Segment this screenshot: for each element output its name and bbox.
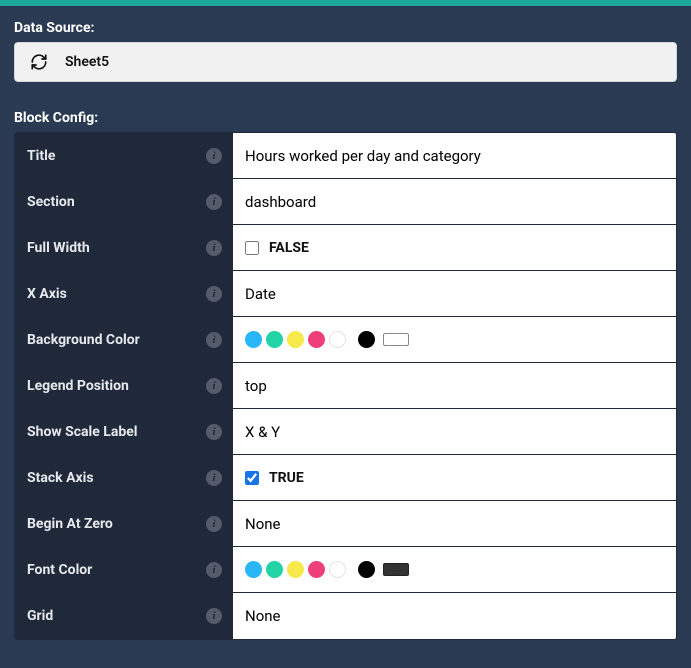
- info-icon[interactable]: i: [206, 332, 222, 348]
- swatch-yellow[interactable]: [287, 561, 304, 578]
- label-text: Grid: [27, 608, 53, 624]
- font-color-hex-input[interactable]: [383, 563, 409, 576]
- section-input[interactable]: [245, 193, 664, 211]
- data-source-value: Sheet5: [65, 54, 109, 70]
- label-font-color: Font Color i: [15, 547, 233, 592]
- value-begin-zero[interactable]: [233, 501, 676, 546]
- label-text: Legend Position: [27, 378, 129, 394]
- info-icon[interactable]: i: [206, 240, 222, 256]
- stack-axis-toggle[interactable]: TRUE: [245, 470, 304, 486]
- info-icon[interactable]: i: [206, 148, 222, 164]
- value-bg-color: [233, 317, 676, 362]
- label-title: Title i: [15, 133, 233, 178]
- info-icon[interactable]: i: [206, 562, 222, 578]
- value-grid[interactable]: [233, 593, 676, 639]
- row-font-color: Font Color i: [15, 547, 676, 593]
- label-text: Stack Axis: [27, 470, 94, 486]
- full-width-toggle[interactable]: FALSE: [245, 240, 309, 256]
- value-full-width: FALSE: [233, 225, 676, 270]
- row-full-width: Full Width i FALSE: [15, 225, 676, 271]
- x-axis-input[interactable]: [245, 285, 664, 303]
- swatch-white[interactable]: [329, 561, 346, 578]
- row-legend-position: Legend Position i: [15, 363, 676, 409]
- row-grid: Grid i: [15, 593, 676, 639]
- refresh-icon[interactable]: [25, 49, 53, 75]
- label-section: Section i: [15, 179, 233, 224]
- label-text: Title: [27, 148, 55, 164]
- config-panel: Data Source: Sheet5 Block Config: Title …: [0, 6, 691, 654]
- row-begin-zero: Begin At Zero i: [15, 501, 676, 547]
- label-text: Full Width: [27, 240, 90, 256]
- font-color-swatches: [245, 561, 409, 578]
- label-text: Show Scale Label: [27, 424, 137, 440]
- label-begin-zero: Begin At Zero i: [15, 501, 233, 546]
- legend-position-input[interactable]: [245, 377, 664, 395]
- row-stack-axis: Stack Axis i TRUE: [15, 455, 676, 501]
- label-scale-label: Show Scale Label i: [15, 409, 233, 454]
- stack-axis-bool-text: TRUE: [269, 470, 304, 486]
- label-x-axis: X Axis i: [15, 271, 233, 316]
- value-title[interactable]: [233, 133, 676, 178]
- stack-axis-checkbox[interactable]: [245, 471, 259, 485]
- data-source-label: Data Source:: [14, 20, 677, 36]
- label-grid: Grid i: [15, 593, 233, 639]
- row-x-axis: X Axis i: [15, 271, 676, 317]
- info-icon[interactable]: i: [206, 516, 222, 532]
- config-table: Title i Section i Full Width i: [14, 132, 677, 640]
- full-width-checkbox[interactable]: [245, 241, 259, 255]
- scale-label-input[interactable]: [245, 423, 664, 441]
- value-section[interactable]: [233, 179, 676, 224]
- value-x-axis[interactable]: [233, 271, 676, 316]
- label-text: Background Color: [27, 332, 140, 348]
- full-width-bool-text: FALSE: [269, 240, 309, 256]
- row-scale-label: Show Scale Label i: [15, 409, 676, 455]
- label-text: Font Color: [27, 562, 92, 578]
- swatch-green[interactable]: [266, 561, 283, 578]
- block-config-label: Block Config:: [14, 110, 677, 126]
- value-legend-position[interactable]: [233, 363, 676, 408]
- value-stack-axis: TRUE: [233, 455, 676, 500]
- swatch-yellow[interactable]: [287, 331, 304, 348]
- grid-input[interactable]: [245, 607, 664, 625]
- info-icon[interactable]: i: [206, 470, 222, 486]
- label-text: Begin At Zero: [27, 516, 113, 532]
- label-full-width: Full Width i: [15, 225, 233, 270]
- row-title: Title i: [15, 133, 676, 179]
- bg-color-swatches: [245, 331, 409, 348]
- bg-color-hex-input[interactable]: [383, 333, 409, 346]
- label-stack-axis: Stack Axis i: [15, 455, 233, 500]
- info-icon[interactable]: i: [206, 194, 222, 210]
- label-text: Section: [27, 194, 75, 210]
- swatch-pink[interactable]: [308, 561, 325, 578]
- label-bg-color: Background Color i: [15, 317, 233, 362]
- info-icon[interactable]: i: [206, 424, 222, 440]
- swatch-blue[interactable]: [245, 561, 262, 578]
- swatch-pink[interactable]: [308, 331, 325, 348]
- info-icon[interactable]: i: [206, 286, 222, 302]
- value-font-color: [233, 547, 676, 592]
- title-input[interactable]: [245, 147, 664, 165]
- value-scale-label[interactable]: [233, 409, 676, 454]
- label-text: X Axis: [27, 286, 67, 302]
- data-source-field[interactable]: Sheet5: [14, 42, 677, 82]
- swatch-white[interactable]: [329, 331, 346, 348]
- swatch-black[interactable]: [358, 331, 375, 348]
- swatch-green[interactable]: [266, 331, 283, 348]
- row-bg-color: Background Color i: [15, 317, 676, 363]
- info-icon[interactable]: i: [206, 378, 222, 394]
- info-icon[interactable]: i: [206, 608, 222, 624]
- begin-zero-input[interactable]: [245, 515, 664, 533]
- label-legend-position: Legend Position i: [15, 363, 233, 408]
- row-section: Section i: [15, 179, 676, 225]
- swatch-blue[interactable]: [245, 331, 262, 348]
- swatch-black[interactable]: [358, 561, 375, 578]
